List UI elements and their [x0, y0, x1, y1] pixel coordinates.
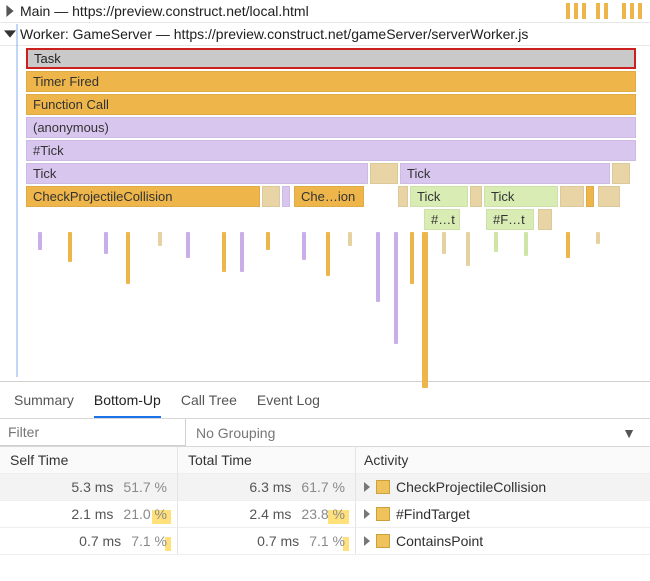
flame-tick-1[interactable]: Tick [26, 163, 368, 184]
col-self-time[interactable]: Self Time [0, 447, 178, 473]
flame-bar[interactable] [470, 186, 482, 207]
flame-bar[interactable] [398, 186, 408, 207]
flame-bar[interactable] [538, 209, 552, 230]
col-activity[interactable]: Activity [356, 447, 650, 473]
flame-bar[interactable] [370, 163, 398, 184]
table-row[interactable]: 5.3 ms 51.7 % 6.3 ms 61.7 % CheckProjectileC… [0, 474, 650, 501]
grouping-label: No Grouping [196, 425, 275, 441]
tab-bottom-up[interactable]: Bottom-Up [94, 392, 161, 418]
flame-check-collision[interactable]: CheckProjectileCollision [26, 186, 260, 207]
activity-name: #FindTarget [396, 506, 470, 522]
tab-call-tree[interactable]: Call Tree [181, 392, 237, 418]
chevron-down-icon: ▼ [622, 425, 636, 441]
activity-name: CheckProjectileCollision [396, 479, 546, 495]
activity-name: ContainsPoint [396, 533, 483, 549]
main-activity-ticks [566, 3, 642, 19]
thread-header-worker[interactable]: Worker: GameServer — https://preview.con… [0, 23, 650, 46]
table-row[interactable]: 0.7 ms 7.1 % 0.7 ms 7.1 % ContainsPoint [0, 528, 650, 555]
thread-worker-label: Worker: GameServer — https://preview.con… [20, 26, 528, 42]
flame-anonymous[interactable]: (anonymous) [26, 117, 636, 138]
total-ms: 6.3 ms [249, 479, 291, 495]
flame-tick-2[interactable]: Tick [400, 163, 610, 184]
activity-color-swatch [376, 480, 390, 494]
flame-tick-green-2[interactable]: Tick [484, 186, 558, 207]
self-pct: 21.0 % [123, 506, 167, 522]
flame-bar[interactable] [586, 186, 594, 207]
self-pct: 51.7 % [123, 479, 167, 495]
total-pct: 61.7 % [301, 479, 345, 495]
col-total-time[interactable]: Total Time [178, 447, 356, 473]
flame-bar[interactable] [282, 186, 290, 207]
self-ms: 5.3 ms [71, 479, 113, 495]
flame-find-target-2[interactable]: #F…t [486, 209, 534, 230]
chevron-right-icon [4, 5, 16, 17]
thread-main-label: Main — https://preview.construct.net/loc… [20, 3, 309, 19]
self-ms: 0.7 ms [79, 533, 121, 549]
flame-bar[interactable] [612, 163, 630, 184]
chevron-down-icon [4, 28, 16, 40]
flame-bar[interactable] [262, 186, 280, 207]
thread-header-main[interactable]: Main — https://preview.construct.net/loc… [0, 0, 650, 23]
filter-input[interactable] [0, 419, 186, 446]
flame-tick-green-1[interactable]: Tick [410, 186, 468, 207]
total-ms: 0.7 ms [257, 533, 299, 549]
flame-hashtick[interactable]: #Tick [26, 140, 636, 161]
flame-bar[interactable] [598, 186, 620, 207]
tab-summary[interactable]: Summary [14, 392, 74, 418]
total-ms: 2.4 ms [249, 506, 291, 522]
flame-task[interactable]: Task [26, 48, 636, 69]
grouping-select[interactable]: No Grouping ▼ [186, 419, 650, 446]
self-ms: 2.1 ms [71, 506, 113, 522]
flame-bar[interactable] [560, 186, 584, 207]
flame-detail-strips [26, 232, 646, 390]
activity-color-swatch [376, 534, 390, 548]
chevron-right-icon [364, 482, 370, 492]
chevron-right-icon [364, 509, 370, 519]
self-pct: 7.1 % [131, 533, 167, 549]
table-header: Self Time Total Time Activity [0, 447, 650, 474]
flame-function-call[interactable]: Function Call [26, 94, 636, 115]
flame-check-collision-2[interactable]: Che…ion [294, 186, 364, 207]
total-pct: 7.1 % [309, 533, 345, 549]
chevron-right-icon [364, 536, 370, 546]
flame-chart[interactable]: Task Timer Fired Function Call (anonymou… [0, 46, 650, 381]
flame-timer-fired[interactable]: Timer Fired [26, 71, 636, 92]
tab-event-log[interactable]: Event Log [257, 392, 320, 418]
table-row[interactable]: 2.1 ms 21.0 % 2.4 ms 23.8 % #FindTarget [0, 501, 650, 528]
activity-color-swatch [376, 507, 390, 521]
flame-find-target-1[interactable]: #…t [424, 209, 460, 230]
total-pct: 23.8 % [301, 506, 345, 522]
